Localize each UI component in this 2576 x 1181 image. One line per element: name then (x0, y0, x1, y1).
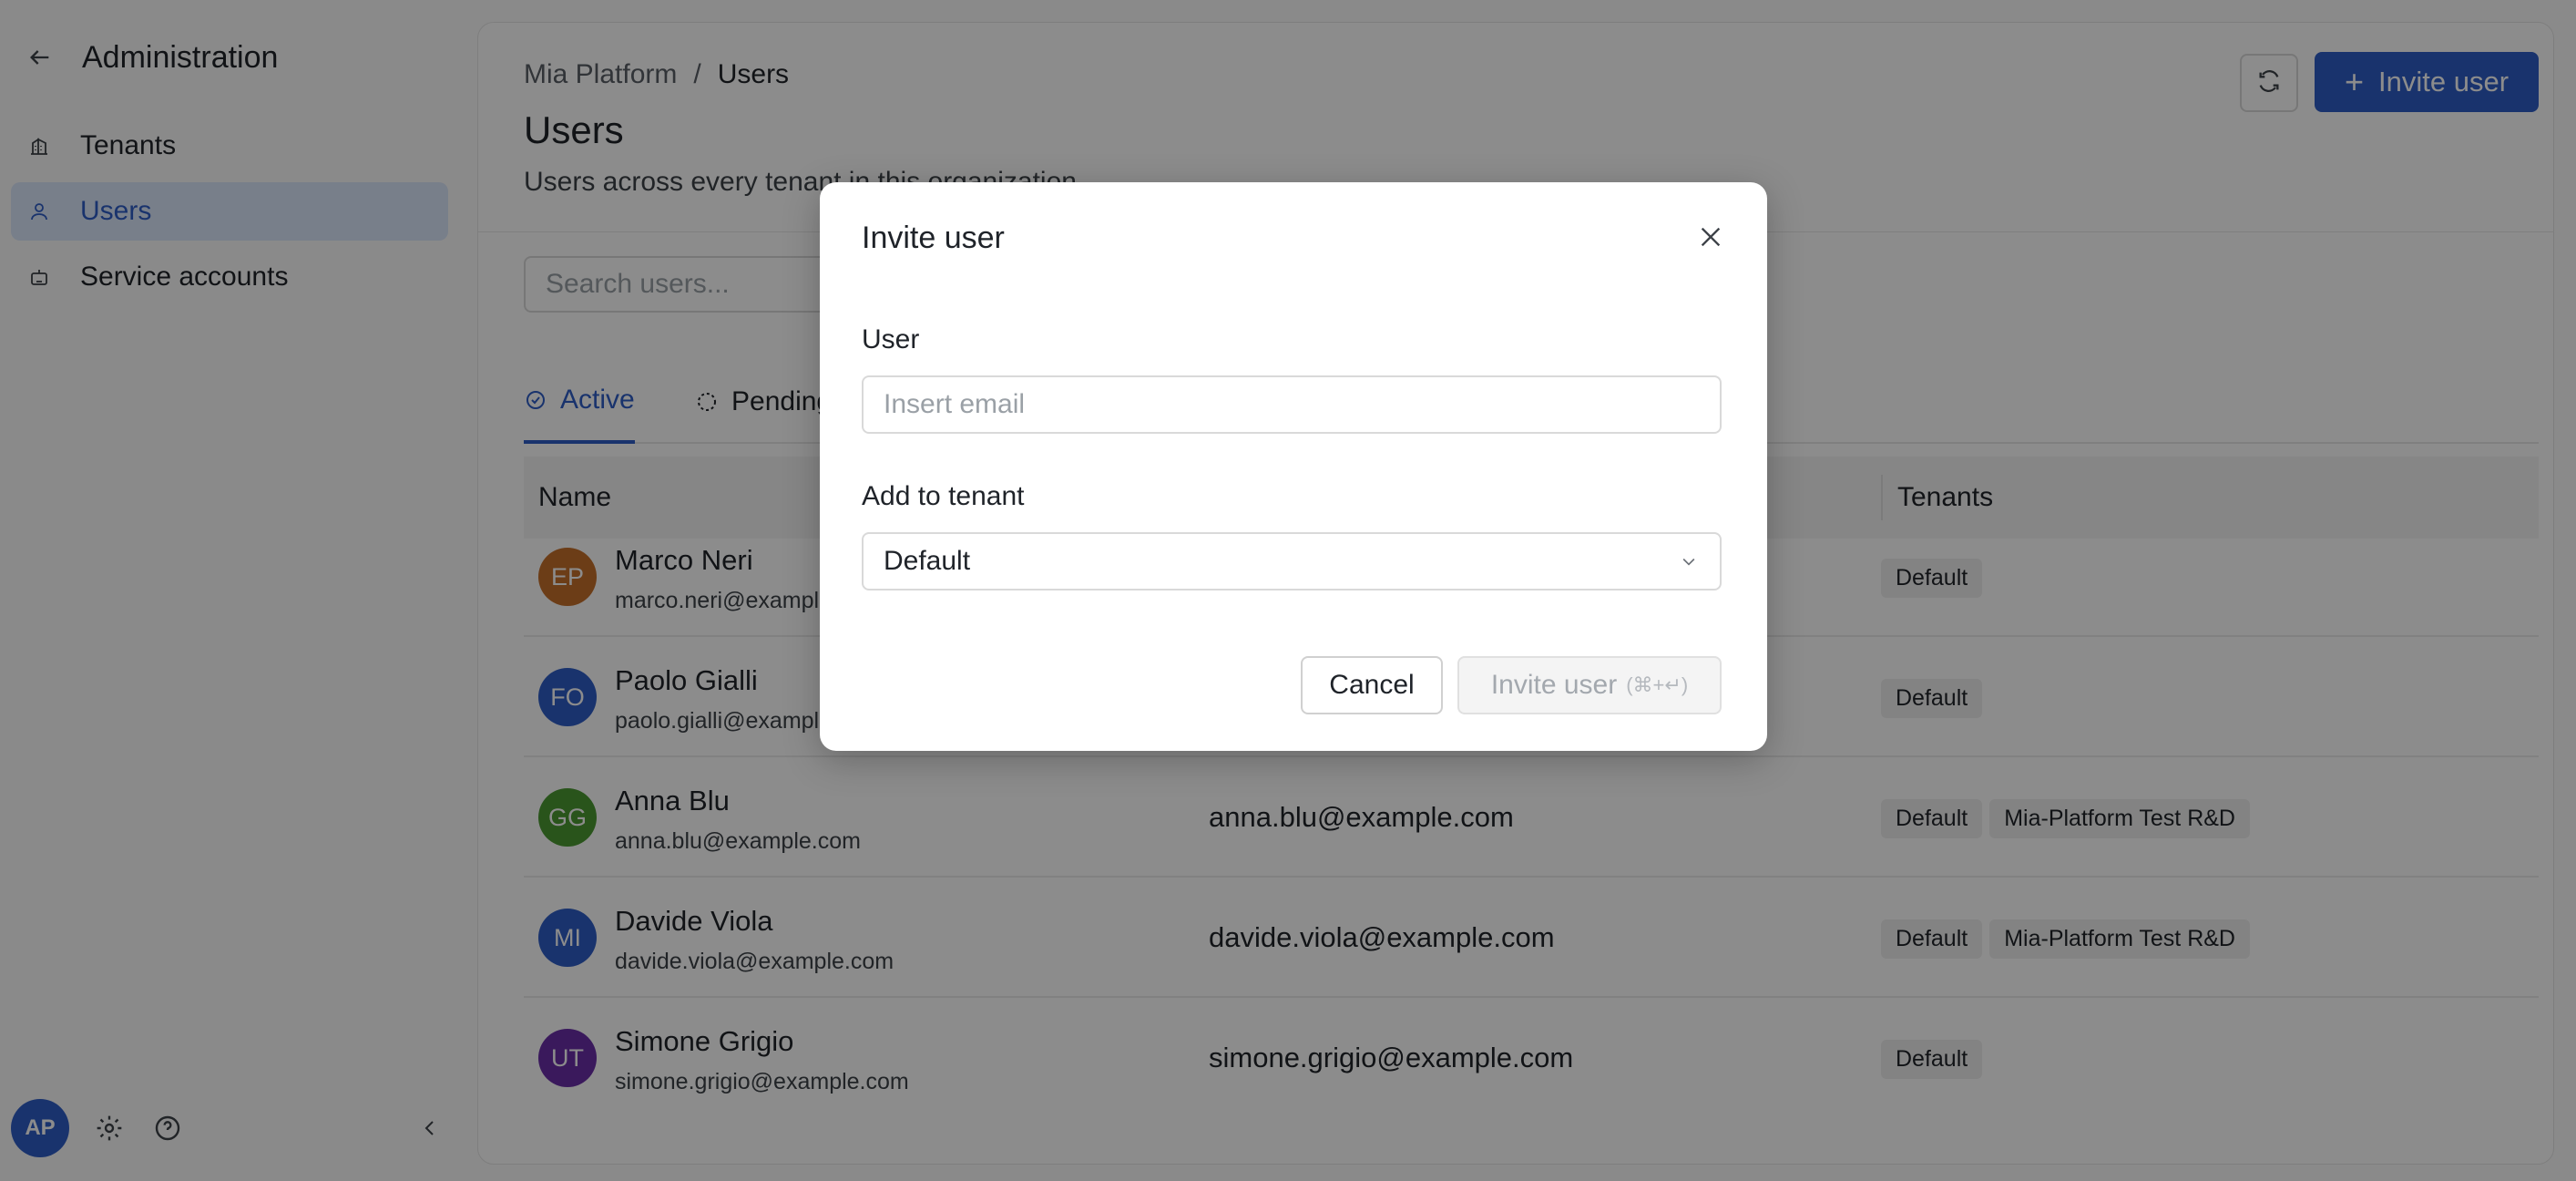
shortcut-hint: (⌘+↵) (1626, 673, 1689, 696)
invite-user-submit-button[interactable]: Invite user (⌘+↵) (1457, 656, 1722, 714)
close-icon[interactable] (1691, 217, 1731, 257)
chevron-down-icon (1678, 550, 1700, 572)
cancel-button[interactable]: Cancel (1301, 656, 1443, 714)
tenant-field-label: Add to tenant (862, 481, 1025, 511)
tenant-select[interactable]: Default (862, 532, 1722, 590)
invite-user-dialog: Invite user User Add to tenant Default C… (820, 182, 1767, 751)
dialog-title: Invite user (862, 221, 1005, 255)
email-field[interactable] (862, 375, 1722, 434)
submit-label: Invite user (1490, 670, 1618, 700)
tenant-select-value: Default (884, 546, 971, 576)
user-field-label: User (862, 324, 920, 354)
